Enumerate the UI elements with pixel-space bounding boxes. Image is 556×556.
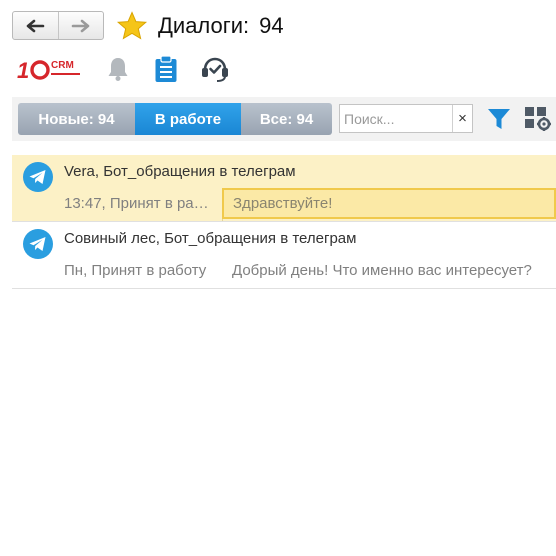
telegram-icon <box>23 162 53 192</box>
support-button[interactable] <box>200 54 230 84</box>
bell-icon <box>108 58 128 81</box>
dialog-meta: Пн, Принят в работу <box>64 262 207 279</box>
dialog-row[interactable]: Vera, Бот_обращения в телеграм 13:47, Пр… <box>12 155 556 222</box>
svg-text:CRM: CRM <box>51 60 74 71</box>
status-tabs: Новые: 94 В работе Все: 94 <box>18 103 332 135</box>
back-button[interactable] <box>13 12 58 39</box>
clear-search-button[interactable]: × <box>452 105 472 132</box>
page-title: Диалоги: 94 <box>158 12 284 40</box>
arrow-left-icon <box>26 19 45 32</box>
dialog-title: Совиный лес, Бот_обращения в телеграм <box>64 230 357 247</box>
svg-text:1: 1 <box>17 58 29 81</box>
dialog-title: Vera, Бот_обращения в телеграм <box>64 163 296 180</box>
tasks-button[interactable] <box>151 54 181 84</box>
search-input[interactable] <box>340 110 452 127</box>
page-title-text: Диалоги: <box>158 13 250 38</box>
layout-settings-icon[interactable] <box>524 106 552 132</box>
arrow-right-icon <box>71 19 90 32</box>
forward-button[interactable] <box>57 12 104 39</box>
tab-all[interactable]: Все: 94 <box>241 103 332 135</box>
navigation-buttons <box>12 11 104 40</box>
notifications-button[interactable] <box>103 54 133 84</box>
dialogs-toolbar: Новые: 94 В работе Все: 94 × <box>12 97 556 141</box>
clipboard-icon <box>155 55 177 82</box>
dialogs-count: 94 <box>259 13 284 38</box>
telegram-icon <box>23 229 53 259</box>
headset-check-icon <box>202 57 228 82</box>
search-box: × <box>339 104 473 133</box>
crm-logo: 1 CRM <box>17 58 80 81</box>
filter-icon[interactable] <box>486 106 512 132</box>
dialog-row[interactable]: Совиный лес, Бот_обращения в телеграм Пн… <box>12 222 556 289</box>
favorite-star-icon[interactable] <box>116 11 148 41</box>
dialogs-list: Vera, Бот_обращения в телеграм 13:47, Пр… <box>12 155 556 289</box>
dialog-last-message: Добрый день! Что именно вас интересует? <box>232 262 532 279</box>
dialog-last-message[interactable]: Здравствуйте! <box>222 188 556 219</box>
dialog-meta: 13:47, Принят в работу <box>64 195 216 212</box>
tab-in-progress[interactable]: В работе <box>135 103 241 135</box>
tab-new[interactable]: Новые: 94 <box>18 103 135 135</box>
